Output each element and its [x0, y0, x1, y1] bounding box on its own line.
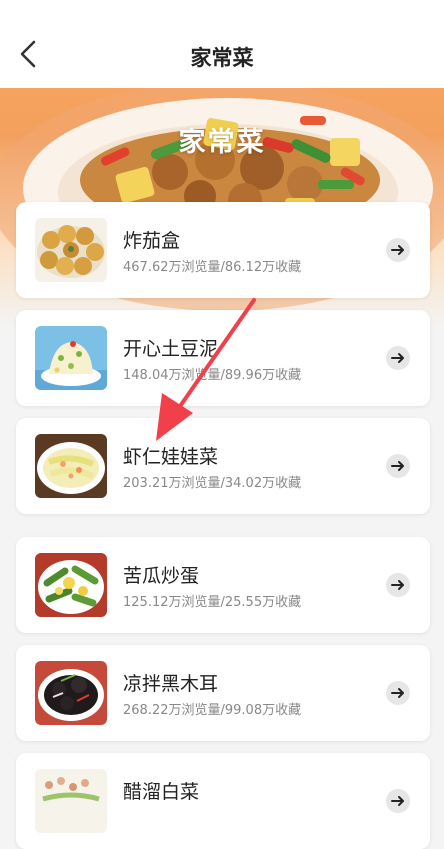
- recipe-thumbnail: [35, 769, 107, 833]
- recipe-card-fried-eggplant[interactable]: 炸茄盒 467.62万浏览量/86.12万收藏: [16, 202, 430, 298]
- recipe-list: 炸茄盒 467.62万浏览量/86.12万收藏 开心土豆泥 148.04万浏览量: [0, 0, 444, 849]
- recipe-name: 炸茄盒: [123, 230, 181, 252]
- recipe-card-shrimp-baby-cabbage[interactable]: 虾仁娃娃菜 203.21万浏览量/34.02万收藏: [16, 418, 430, 514]
- recipe-name: 凉拌黑木耳: [123, 673, 219, 695]
- recipe-thumbnail: [35, 218, 107, 282]
- recipe-thumbnail: [35, 434, 107, 498]
- recipe-thumbnail: [35, 661, 107, 725]
- open-recipe-button[interactable]: [386, 789, 410, 813]
- recipe-stats: 203.21万浏览量/34.02万收藏: [123, 476, 302, 491]
- recipe-card-mashed-potato[interactable]: 开心土豆泥 148.04万浏览量/89.96万收藏: [16, 310, 430, 406]
- arrow-right-icon: [391, 684, 405, 703]
- open-recipe-button[interactable]: [386, 454, 410, 478]
- recipe-name: 虾仁娃娃菜: [123, 446, 219, 468]
- open-recipe-button[interactable]: [386, 573, 410, 597]
- arrow-right-icon: [391, 457, 405, 476]
- recipe-stats: 148.04万浏览量/89.96万收藏: [123, 368, 302, 383]
- recipe-stats: 268.22万浏览量/99.08万收藏: [123, 703, 302, 718]
- recipe-thumbnail: [35, 326, 107, 390]
- recipe-card-vinegar-cabbage[interactable]: 醋溜白菜: [16, 753, 430, 849]
- recipe-stats: 125.12万浏览量/25.55万收藏: [123, 595, 302, 610]
- arrow-right-icon: [391, 349, 405, 368]
- recipe-card-black-fungus-salad[interactable]: 凉拌黑木耳 268.22万浏览量/99.08万收藏: [16, 645, 430, 741]
- recipe-name: 开心土豆泥: [123, 338, 219, 360]
- open-recipe-button[interactable]: [386, 238, 410, 262]
- arrow-right-icon: [391, 576, 405, 595]
- recipe-name: 醋溜白菜: [123, 781, 200, 803]
- open-recipe-button[interactable]: [386, 681, 410, 705]
- open-recipe-button[interactable]: [386, 346, 410, 370]
- recipe-card-bitter-melon-egg[interactable]: 苦瓜炒蛋 125.12万浏览量/25.55万收藏: [16, 537, 430, 633]
- arrow-right-icon: [391, 792, 405, 811]
- recipe-name: 苦瓜炒蛋: [123, 565, 200, 587]
- recipe-thumbnail: [35, 553, 107, 617]
- recipe-stats: 467.62万浏览量/86.12万收藏: [123, 260, 302, 275]
- arrow-right-icon: [391, 241, 405, 260]
